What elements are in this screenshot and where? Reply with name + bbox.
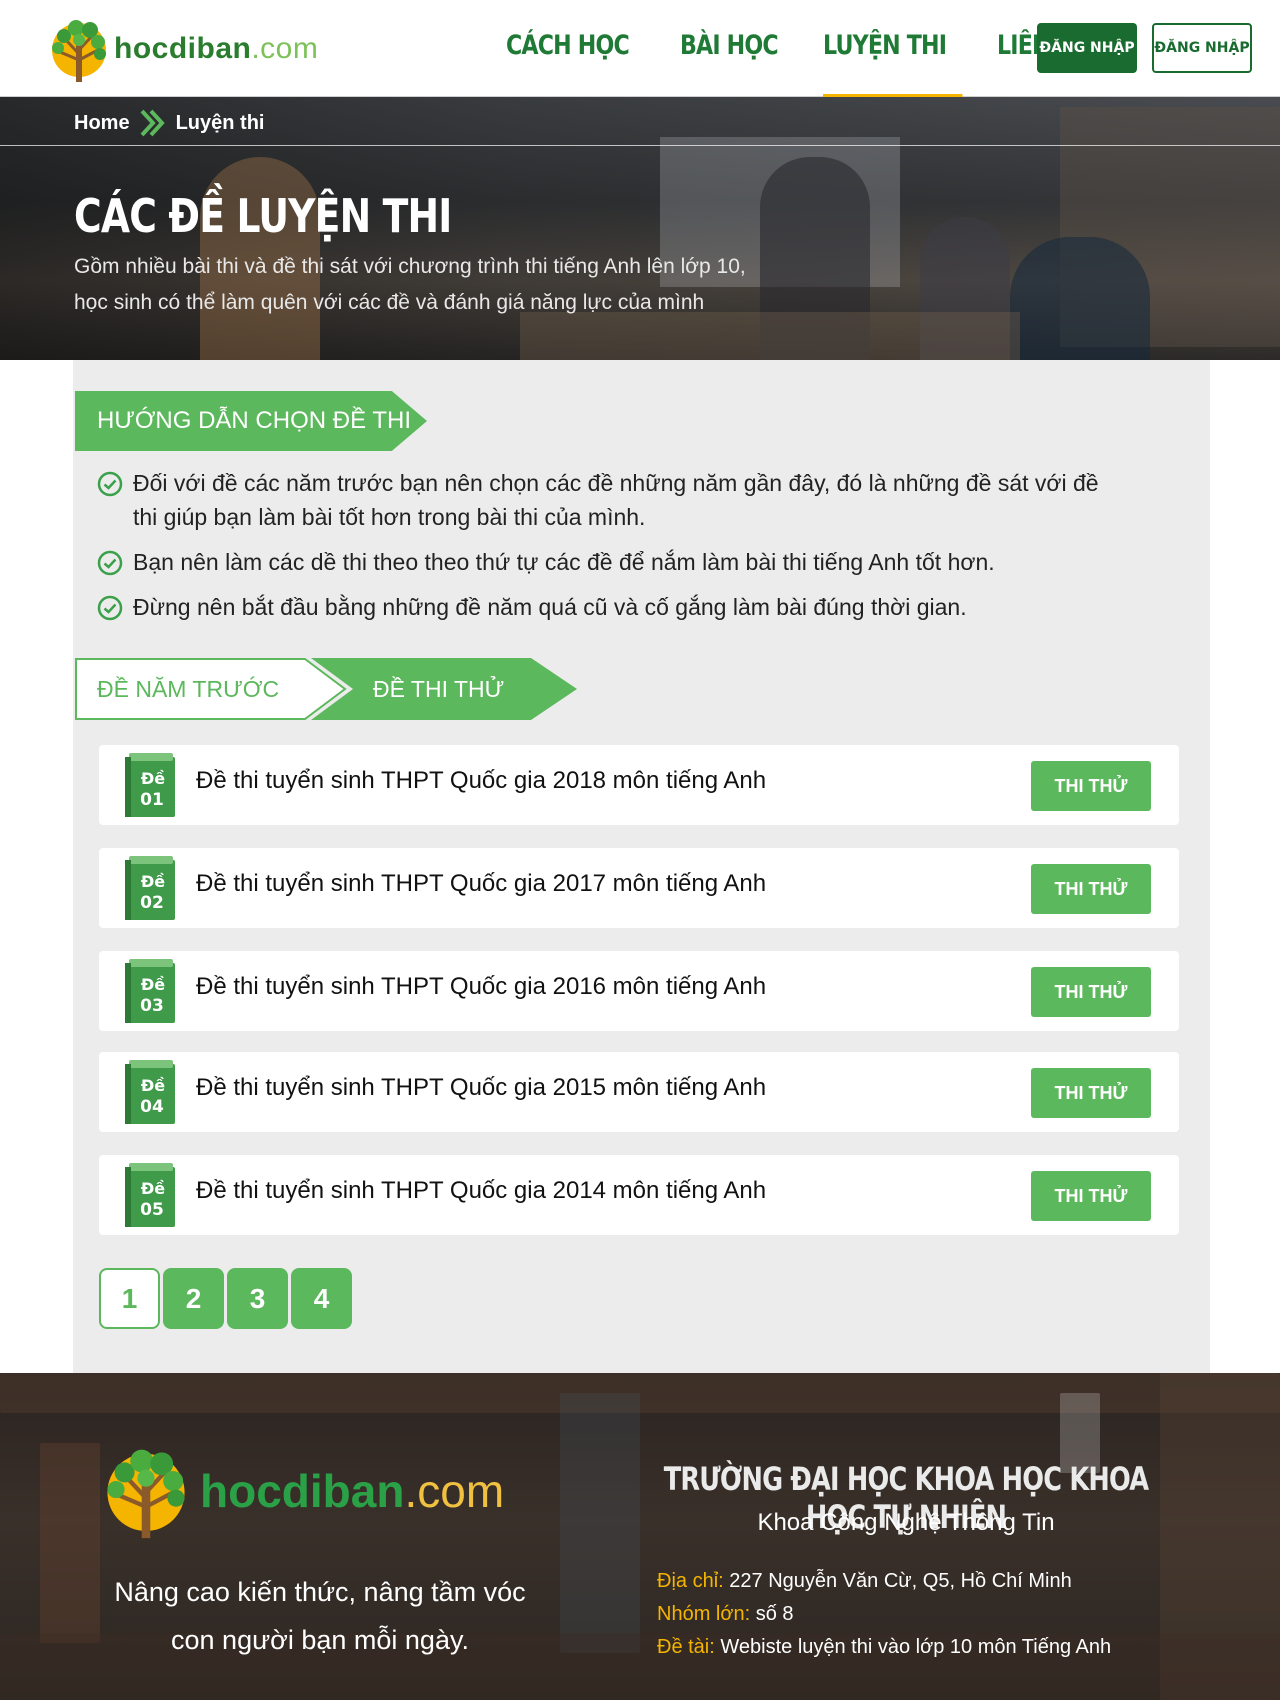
footer-address-label: Địa chỉ:: [657, 1570, 724, 1592]
tab-trial-label: ĐỀ THI THỬ: [373, 675, 505, 702]
page-button-2[interactable]: 2: [163, 1268, 224, 1329]
guide-item-text: Đừng nên bắt đầu bằng những đề năm quá c…: [133, 594, 967, 620]
footer-address: Địa chỉ: 227 Nguyễn Văn Cừ, Q5, Hồ Chí M…: [657, 1565, 1111, 1598]
footer-photo-books: [40, 1443, 100, 1643]
login-button-outline[interactable]: ĐĂNG NHẬP: [1152, 23, 1252, 73]
exam-badge-word: Đề: [141, 975, 165, 994]
check-circle-icon: [97, 595, 123, 621]
page-button-1[interactable]: 1: [99, 1268, 160, 1329]
site-logo[interactable]: hocdiban.com: [46, 14, 318, 84]
exam-tabs: ĐỀ NĂM TRƯỚC ĐỀ THI THỬ: [75, 658, 577, 720]
tab-trial-exams[interactable]: ĐỀ THI THỬ: [311, 658, 577, 720]
exam-badge-number: 02: [140, 893, 164, 913]
exam-badge-word: Đề: [141, 769, 165, 788]
guide-list: Đối với đề các năm trước bạn nên chọn cá…: [97, 466, 1127, 635]
breadcrumb: Home Luyện thi: [74, 108, 264, 138]
try-exam-button[interactable]: THI THỬ: [1031, 1171, 1151, 1221]
exam-row: Đề 05 Đề thi tuyển sinh THPT Quốc gia 201…: [99, 1155, 1179, 1235]
guide-item: Đối với đề các năm trước bạn nên chọn cá…: [97, 466, 1127, 534]
try-exam-button[interactable]: THI THỬ: [1031, 967, 1151, 1017]
breadcrumb-home[interactable]: Home: [74, 112, 130, 135]
breadcrumb-current: Luyện thi: [175, 111, 265, 134]
tree-logo-icon: [107, 1449, 185, 1539]
check-circle-icon: [97, 550, 123, 576]
page-subtitle: Gồm nhiều bài thi và đề thi sát với chươ…: [74, 249, 834, 321]
exam-badge-word: Đề: [141, 872, 165, 891]
footer-faculty: Khoa Công Nghệ Thông Tin: [757, 1509, 1055, 1536]
nav-item-cach-hoc[interactable]: CÁCH HỌC: [506, 30, 630, 97]
exam-title[interactable]: Đề thi tuyển sinh THPT Quốc gia 2014 môn…: [196, 1177, 766, 1205]
footer-slogan-line: Nâng cao kiến thức, nâng tầm vóc: [114, 1577, 526, 1607]
page-subtitle-line: học sinh có thể làm quên với các đề và đ…: [74, 291, 705, 314]
footer-group-label: Nhóm lớn:: [657, 1603, 751, 1625]
exam-title[interactable]: Đề thi tuyển sinh THPT Quốc gia 2017 môn…: [196, 870, 766, 898]
exam-badge-number: 01: [140, 790, 164, 810]
page-button-4[interactable]: 4: [291, 1268, 352, 1329]
book-icon: Đề 01: [125, 753, 175, 817]
check-circle-icon: [97, 471, 123, 497]
hero-photo-person: [1010, 237, 1150, 360]
try-exam-button[interactable]: THI THỬ: [1031, 1068, 1151, 1118]
exam-row: Đề 01 Đề thi tuyển sinh THPT Quốc gia 201…: [99, 745, 1179, 825]
page-title: CÁC ĐỀ LUYỆN THI: [74, 189, 452, 243]
footer-topic: Đề tài: Webiste luyện thi vào lớp 10 môn…: [657, 1631, 1111, 1664]
exam-badge-number: 03: [140, 996, 164, 1016]
site-header: hocdiban.com CÁCH HỌC BÀI HỌC LUYỆN THI …: [0, 0, 1280, 97]
footer-logo-name: hocdiban: [200, 1465, 405, 1517]
content-panel: HƯỚNG DẪN CHỌN ĐỀ THI Đối với đề các năm…: [73, 360, 1210, 1373]
exam-title[interactable]: Đề thi tuyển sinh THPT Quốc gia 2015 môn…: [196, 1074, 766, 1102]
footer-slogan-line: con người bạn mỗi ngày.: [171, 1625, 469, 1655]
tab-previous-label: ĐỀ NĂM TRƯỚC: [97, 675, 280, 702]
logo-wordmark: hocdiban.com: [114, 32, 318, 66]
exam-badge-number: 05: [140, 1200, 164, 1220]
exam-row: Đề 02 Đề thi tuyển sinh THPT Quốc gia 201…: [99, 848, 1179, 928]
footer-topic-value: Webiste luyện thi vào lớp 10 môn Tiếng A…: [720, 1636, 1112, 1658]
site-footer: hocdiban.com Nâng cao kiến thức, nâng tầ…: [0, 1373, 1280, 1700]
login-button[interactable]: ĐĂNG NHẬP: [1037, 23, 1137, 73]
book-icon: Đề 03: [125, 959, 175, 1023]
footer-topic-label: Đề tài:: [657, 1636, 715, 1658]
exam-badge-number: 04: [140, 1097, 164, 1117]
pagination: 1 2 3 4: [99, 1268, 355, 1329]
try-exam-button[interactable]: THI THỬ: [1031, 761, 1151, 811]
exam-badge-word: Đề: [141, 1179, 165, 1198]
book-icon: Đề 04: [125, 1060, 175, 1124]
tree-logo-icon: [52, 20, 106, 82]
exam-badge-word: Đề: [141, 1076, 165, 1095]
footer-info: Địa chỉ: 227 Nguyễn Văn Cừ, Q5, Hồ Chí M…: [657, 1565, 1111, 1664]
page-button-3[interactable]: 3: [227, 1268, 288, 1329]
book-icon: Đề 05: [125, 1163, 175, 1227]
footer-group: Nhóm lớn: số 8: [657, 1598, 1111, 1631]
double-chevron-right-icon: [140, 109, 165, 137]
exam-row: Đề 04 Đề thi tuyển sinh THPT Quốc gia 201…: [99, 1052, 1179, 1132]
guide-item: Đừng nên bắt đầu bằng những đề năm quá c…: [97, 590, 1127, 624]
book-icon: Đề 02: [125, 856, 175, 920]
nav-item-luyen-thi[interactable]: LUYỆN THI: [823, 30, 963, 97]
footer-slogan: Nâng cao kiến thức, nâng tầm vóc con ngư…: [96, 1568, 544, 1664]
footer-group-value: số 8: [755, 1603, 794, 1625]
exam-title[interactable]: Đề thi tuyển sinh THPT Quốc gia 2018 môn…: [196, 767, 766, 795]
page-subtitle-line: Gồm nhiều bài thi và đề thi sát với chươ…: [74, 255, 746, 278]
footer-logo-domain: .com: [404, 1465, 505, 1517]
guide-item-text: Bạn nên làm các dề thi theo theo thứ tự …: [133, 549, 995, 575]
try-exam-button[interactable]: THI THỬ: [1031, 864, 1151, 914]
footer-logo[interactable]: hocdiban.com: [96, 1441, 504, 1541]
hero-banner: Home Luyện thi CÁC ĐỀ LUYỆN THI Gồm nhiề…: [0, 97, 1280, 360]
guide-item: Bạn nên làm các dề thi theo theo thứ tự …: [97, 545, 1127, 579]
exam-title[interactable]: Đề thi tuyển sinh THPT Quốc gia 2016 môn…: [196, 973, 766, 1001]
footer-logo-wordmark: hocdiban.com: [200, 1464, 504, 1518]
logo-name: hocdiban: [114, 32, 252, 65]
guide-item-text: Đối với đề các năm trước bạn nên chọn cá…: [133, 470, 1099, 530]
footer-address-value: 227 Nguyễn Văn Cừ, Q5, Hồ Chí Minh: [729, 1570, 1072, 1592]
exam-row: Đề 03 Đề thi tuyển sinh THPT Quốc gia 201…: [99, 951, 1179, 1031]
breadcrumb-divider: [0, 145, 1280, 146]
guide-heading: HƯỚNG DẪN CHỌN ĐỀ THI: [75, 391, 427, 451]
nav-item-bai-hoc[interactable]: BÀI HỌC: [680, 30, 779, 97]
logo-domain: .com: [251, 32, 319, 65]
